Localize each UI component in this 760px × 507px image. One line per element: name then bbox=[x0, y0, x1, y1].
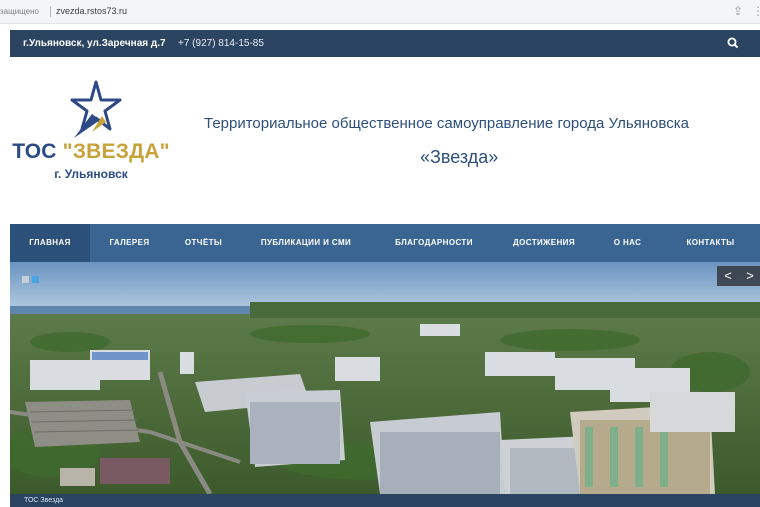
slider-dot-2[interactable] bbox=[32, 276, 39, 283]
city-aerial-photo bbox=[10, 262, 760, 494]
address-divider bbox=[50, 6, 51, 17]
url-field[interactable]: zvezda.rstos73.ru bbox=[56, 6, 127, 16]
slider-caption-bar: ТОС Звезда bbox=[10, 494, 760, 507]
contact-address: г.Ульяновск, ул.Заречная д.7 bbox=[23, 38, 166, 49]
slider-dot-1[interactable] bbox=[22, 276, 29, 283]
star-logo-icon bbox=[70, 80, 122, 138]
logo-name-prefix: ТОС bbox=[12, 140, 63, 163]
slider-prev-button[interactable]: < bbox=[717, 266, 739, 286]
nav-item-gallery[interactable]: ГАЛЕРЕЯ bbox=[90, 224, 169, 262]
nav-item-contacts[interactable]: КОНТАКТЫ bbox=[661, 224, 760, 262]
site-subtitle: «Звезда» bbox=[420, 147, 499, 167]
nav-item-thanks[interactable]: БЛАГОДАРНОСТИ bbox=[374, 224, 494, 262]
security-label: защищено bbox=[0, 7, 39, 16]
contact-phone[interactable]: +7 (927) 814-15-85 bbox=[178, 38, 264, 49]
share-icon[interactable]: ⇪ bbox=[733, 4, 743, 18]
slider-next-button[interactable]: > bbox=[739, 266, 760, 286]
logo-name-quoted: "ЗВЕЗДА" bbox=[62, 140, 170, 163]
logo-city: г. Ульяновск bbox=[54, 167, 128, 181]
menu-icon[interactable]: ⋮ bbox=[752, 4, 760, 18]
site-logo[interactable]: ТОС "ЗВЕЗДА" г. Ульяновск bbox=[6, 80, 176, 185]
browser-address-bar: защищено zvezda.rstos73.ru ⇪ ⋮ bbox=[0, 0, 760, 24]
site-title: Территориальное общественное самоуправле… bbox=[204, 115, 689, 132]
nav-item-about[interactable]: О НАС bbox=[594, 224, 661, 262]
slider-caption: ТОС Звезда bbox=[24, 497, 64, 504]
search-icon[interactable] bbox=[723, 33, 743, 53]
nav-item-reports[interactable]: ОТЧЁТЫ bbox=[169, 224, 238, 262]
top-contact-bar: г.Ульяновск, ул.Заречная д.7 +7 (927) 81… bbox=[10, 30, 760, 57]
hero-slider bbox=[10, 262, 760, 494]
logo-name: ТОС "ЗВЕЗДА" bbox=[6, 140, 176, 164]
nav-item-home[interactable]: ГЛАВНАЯ bbox=[10, 224, 90, 262]
main-nav: ГЛАВНАЯ ГАЛЕРЕЯ ОТЧЁТЫ ПУБЛИКАЦИИ И СМИ … bbox=[10, 224, 760, 262]
nav-item-achievements[interactable]: ДОСТИЖЕНИЯ bbox=[494, 224, 594, 262]
nav-item-publications[interactable]: ПУБЛИКАЦИИ И СМИ bbox=[238, 224, 374, 262]
